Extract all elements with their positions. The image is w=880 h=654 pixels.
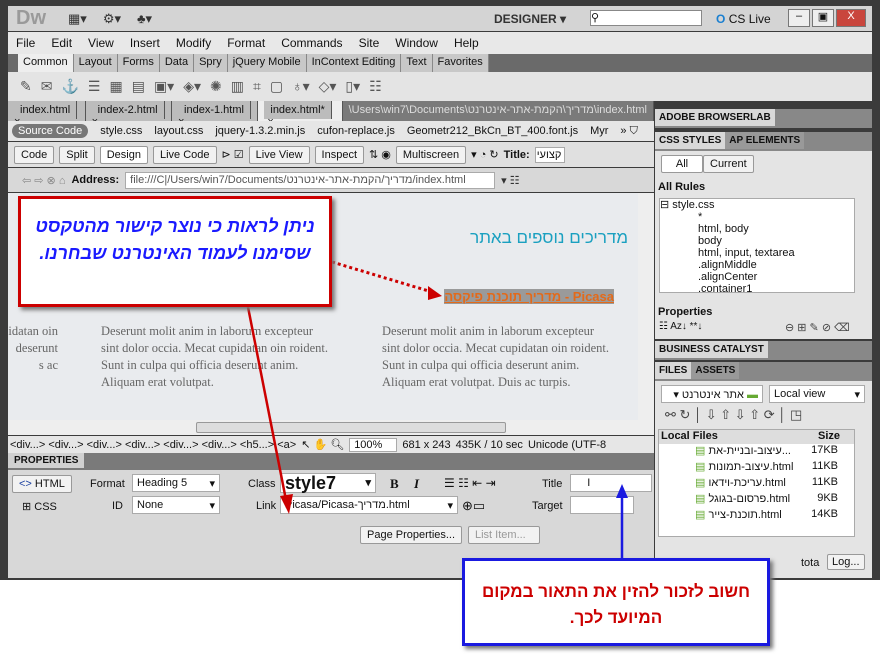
arrow-head bbox=[616, 484, 628, 498]
dotted-arrow bbox=[331, 260, 433, 294]
annotation-arrows bbox=[246, 260, 628, 558]
red-callout: ניתן לראות כי נוצר קישור מהטקסט שסימנו ל… bbox=[18, 196, 332, 307]
arrow-head bbox=[280, 494, 293, 514]
blue-callout: חשוב לזכור להזין את התאור במקום המיועד ל… bbox=[462, 558, 770, 646]
arrow-head bbox=[428, 286, 442, 300]
red-arrow bbox=[246, 306, 288, 501]
